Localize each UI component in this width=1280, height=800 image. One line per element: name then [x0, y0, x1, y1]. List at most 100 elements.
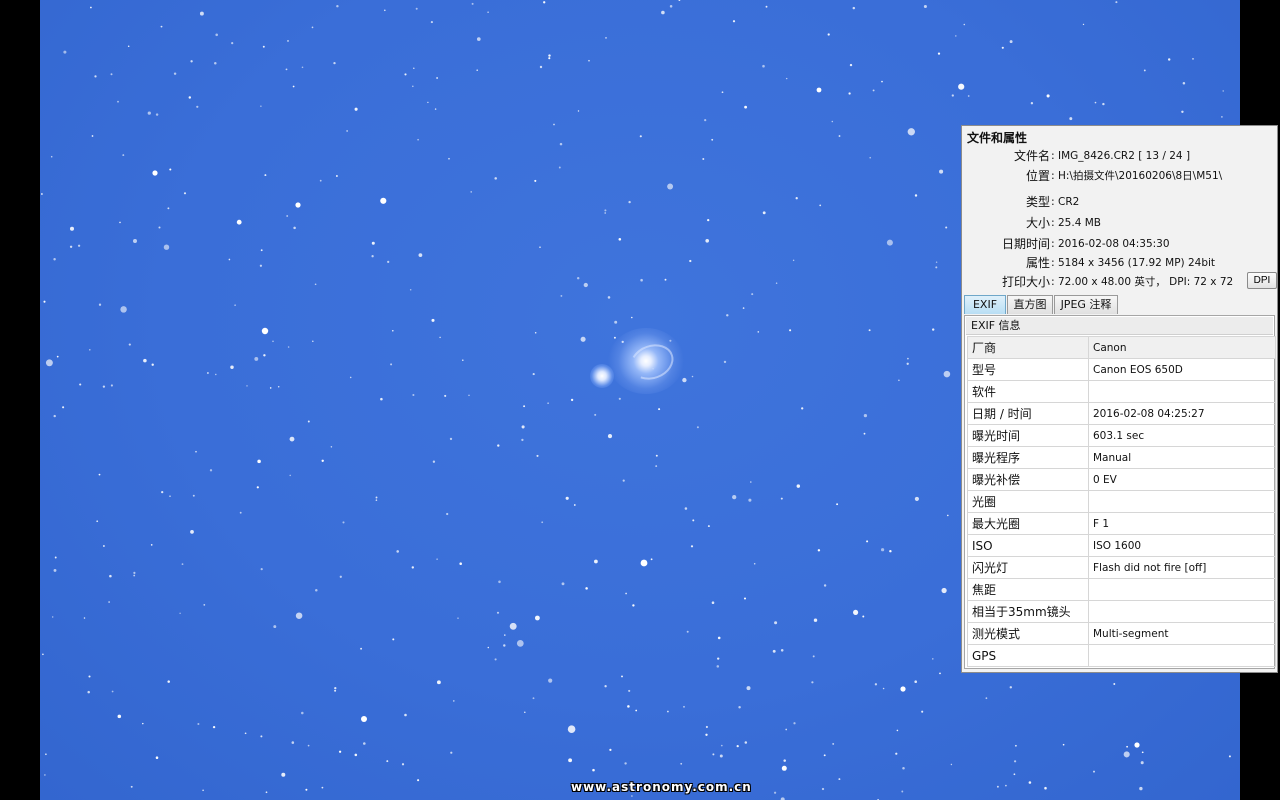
bright-star	[261, 327, 269, 335]
exif-row[interactable]: 曝光补偿 0 EV	[967, 468, 1276, 491]
star	[967, 95, 970, 97]
prop-row-size: 大小:25.4 MB	[962, 215, 1262, 231]
star	[762, 211, 766, 215]
star	[190, 60, 193, 63]
star	[716, 665, 720, 668]
star	[604, 685, 607, 688]
exif-row[interactable]: 厂商 Canon	[967, 336, 1276, 359]
star	[260, 105, 262, 107]
exif-key: 相当于35mm镜头	[967, 600, 1089, 623]
star	[580, 336, 586, 342]
exif-key: 日期 / 时间	[967, 402, 1089, 425]
exif-value: 0 EV	[1088, 468, 1276, 491]
exif-value: ISO 1600	[1088, 534, 1276, 557]
star	[354, 753, 358, 757]
tab-exif[interactable]: EXIF	[964, 295, 1006, 314]
tab-jpeg-comment[interactable]: JPEG 注释	[1054, 295, 1118, 314]
star	[434, 108, 437, 110]
exif-row[interactable]: 型号 Canon EOS 650D	[967, 358, 1276, 381]
exif-row[interactable]: 曝光时间 603.1 sec	[967, 424, 1276, 447]
exif-row[interactable]: 日期 / 时间 2016-02-08 04:25:27	[967, 402, 1276, 425]
star	[773, 791, 777, 794]
exif-row[interactable]: 焦距	[967, 578, 1276, 601]
star	[77, 244, 81, 247]
star	[42, 653, 44, 656]
star	[281, 772, 286, 777]
star	[287, 346, 290, 348]
star	[898, 379, 900, 382]
star	[757, 331, 760, 333]
exif-row[interactable]: GPS	[967, 644, 1276, 667]
exif-row[interactable]: 光圈	[967, 490, 1276, 513]
star	[262, 45, 265, 48]
star	[553, 123, 555, 126]
star	[371, 241, 375, 245]
star	[468, 394, 470, 397]
star	[836, 503, 839, 506]
prop-label: 类型	[1025, 195, 1050, 209]
star	[690, 545, 694, 548]
star	[691, 375, 694, 378]
star	[202, 789, 204, 792]
star	[678, 0, 681, 1]
star	[62, 406, 65, 409]
star	[560, 294, 563, 297]
star	[607, 296, 611, 299]
star	[289, 474, 291, 477]
dpi-button[interactable]: DPI	[1247, 272, 1277, 289]
star	[301, 711, 304, 715]
star	[287, 39, 289, 42]
star	[412, 393, 415, 397]
star	[312, 340, 314, 342]
star	[69, 245, 73, 248]
star	[380, 397, 383, 401]
star	[130, 785, 133, 788]
exif-row[interactable]: ISO ISO 1600	[967, 534, 1276, 557]
star	[411, 566, 414, 569]
exif-row[interactable]: 测光模式 Multi-segment	[967, 622, 1276, 645]
star	[259, 264, 263, 267]
star	[319, 179, 322, 182]
star	[286, 215, 289, 217]
star	[1069, 117, 1073, 121]
star	[874, 683, 878, 686]
exif-row[interactable]: 闪光灯 Flash did not fire [off]	[967, 556, 1276, 579]
star	[869, 156, 872, 159]
star	[338, 750, 342, 753]
star	[951, 94, 954, 97]
star	[117, 100, 119, 103]
exif-key: 曝光程序	[967, 446, 1089, 469]
star	[985, 697, 988, 700]
star	[838, 135, 841, 137]
star	[45, 359, 53, 367]
star	[295, 612, 303, 619]
tab-histogram[interactable]: 直方图	[1007, 295, 1053, 314]
exif-row[interactable]: 最大光圈 F 1	[967, 512, 1276, 535]
star	[494, 177, 497, 180]
star	[732, 494, 737, 500]
prop-label: 打印大小	[1001, 275, 1050, 289]
exif-row[interactable]: 曝光程序 Manual	[967, 446, 1276, 469]
star	[592, 768, 595, 772]
star	[785, 728, 788, 731]
star	[631, 316, 633, 319]
star	[1228, 755, 1231, 758]
exif-row[interactable]: 软件	[967, 380, 1276, 403]
star	[161, 490, 164, 494]
star	[827, 33, 830, 36]
star	[719, 754, 723, 758]
exif-row[interactable]: 相当于35mm镜头	[967, 600, 1276, 623]
exif-key: ISO	[967, 534, 1089, 557]
star	[41, 193, 43, 195]
star	[702, 158, 705, 160]
exif-value: 2016-02-08 04:25:27	[1088, 402, 1276, 425]
star	[409, 289, 412, 291]
star	[707, 525, 710, 528]
prop-colon: :	[1051, 256, 1055, 269]
star	[785, 77, 788, 80]
star	[53, 414, 56, 418]
star	[577, 110, 580, 112]
star	[640, 278, 643, 282]
star	[449, 437, 453, 441]
star	[523, 405, 526, 408]
